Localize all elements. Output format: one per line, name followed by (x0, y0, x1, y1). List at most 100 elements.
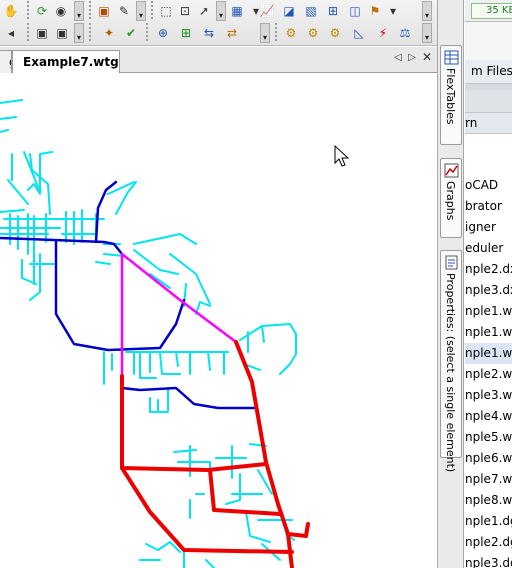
element-symbology-icon[interactable]: ⊞ (324, 2, 342, 20)
graph-icon[interactable]: 📈 (258, 2, 276, 20)
wand-icon[interactable]: ✦ (100, 24, 118, 42)
flag-icon[interactable]: ⚑ (366, 2, 384, 20)
split-icon[interactable]: ⇄ (223, 24, 241, 42)
calculation-icon[interactable]: ⚙ (326, 24, 344, 42)
tab-flextables[interactable]: FlexTables (440, 45, 462, 145)
pipe[interactable] (173, 449, 197, 453)
triangle-ruler-icon[interactable]: ◺ (350, 24, 368, 42)
file-list-item[interactable]: nple2.dgr (465, 532, 512, 553)
table-icon[interactable]: ▦ (228, 2, 246, 20)
files-header[interactable]: m Files (x (465, 60, 512, 84)
file-list-item[interactable]: nple1.wtg (465, 343, 512, 364)
toolbar-overflow[interactable]: ▾ (422, 1, 432, 21)
pipe[interactable] (175, 351, 179, 367)
file-list-item[interactable]: nple2.wtg (465, 364, 512, 385)
file-list-item[interactable]: nple7.wtg (465, 469, 512, 490)
file-list-item[interactable]: nple3.dgr (465, 553, 512, 568)
file-list-item[interactable]: eduler (465, 238, 512, 259)
pipe[interactable] (225, 473, 241, 505)
transmission-main[interactable] (234, 340, 294, 568)
main-pipe[interactable] (54, 240, 186, 352)
add-junction-icon[interactable]: ⊞ (177, 24, 195, 42)
pipe[interactable] (261, 325, 265, 343)
pipe[interactable] (0, 116, 17, 120)
pipe[interactable] (7, 179, 29, 205)
pipe[interactable] (39, 151, 53, 193)
drawing-canvas[interactable] (0, 74, 437, 568)
pipe[interactable] (145, 541, 181, 553)
options-icon[interactable]: ⚖ (396, 24, 414, 42)
tab-properties[interactable]: Properties: (select a single element) (440, 250, 462, 472)
toolbar-extra-icon[interactable]: ▣ (53, 24, 71, 42)
toolbar-overflow[interactable]: ▾ (136, 1, 146, 21)
select-icon[interactable]: ⬚ (157, 2, 175, 20)
pipe[interactable] (207, 351, 211, 371)
toolbar-overflow[interactable]: ▾ (260, 23, 270, 43)
pipe[interactable] (245, 511, 271, 543)
toolbar-grip[interactable] (86, 23, 94, 43)
main-pipe[interactable] (120, 386, 256, 410)
tab-scroll-left-icon[interactable]: ◁ (391, 52, 405, 63)
pipe[interactable] (95, 261, 111, 265)
file-list-item[interactable]: nple1.wtg (465, 322, 512, 343)
toolbar-grip[interactable] (148, 1, 156, 21)
validate-icon[interactable]: ✔ (122, 24, 140, 42)
file-list-item[interactable]: nple1.dgr (465, 511, 512, 532)
network-navigator-icon[interactable]: ⊕ (154, 24, 172, 42)
toolbar-overflow[interactable]: ▾ (74, 1, 84, 21)
target-icon[interactable]: ◉ (52, 2, 70, 20)
pipe[interactable] (133, 233, 197, 245)
file-list-item[interactable]: oCAD (465, 175, 512, 196)
transmission-main[interactable] (286, 522, 310, 538)
toolbar-overflow[interactable]: ▾ (74, 23, 84, 43)
file-list-item[interactable]: nple1.wtg (465, 301, 512, 322)
pan-icon[interactable]: ✋ (2, 2, 20, 20)
dropdown-arrow-icon[interactable]: ▾ (384, 2, 402, 20)
file-list-item[interactable]: nple6.wtg (465, 448, 512, 469)
pipe[interactable] (0, 209, 25, 213)
file-list-item[interactable]: nple2.dxf (465, 259, 512, 280)
pipe[interactable] (0, 129, 9, 133)
alternative-icon[interactable]: ⚙ (304, 24, 322, 42)
open-icon[interactable]: ▣ (95, 2, 113, 20)
zoom-window-icon[interactable]: ⊡ (176, 2, 194, 20)
file-list-item[interactable]: nple5.wtg (465, 427, 512, 448)
toolbar-grip[interactable] (24, 1, 32, 21)
magenta-pipe[interactable] (120, 252, 238, 344)
pipe[interactable] (0, 99, 23, 104)
pipe-icon[interactable]: ⇆ (200, 24, 218, 42)
toolbar-grip[interactable] (272, 23, 280, 43)
pipe[interactable] (149, 273, 171, 289)
toolbar-grip[interactable] (24, 23, 32, 43)
pipe[interactable] (205, 559, 215, 568)
pipe[interactable] (115, 181, 137, 215)
refresh-icon[interactable]: ⟳ (33, 2, 51, 20)
file-list-item[interactable]: nple3.dxf (465, 280, 512, 301)
toolbar-extra-icon[interactable]: ◂ (2, 24, 20, 42)
tab-example7[interactable]: Example7.wtg (12, 50, 120, 73)
column-header[interactable]: rn (465, 112, 512, 134)
file-list-item[interactable]: igner (465, 217, 512, 238)
toolbar-overflow[interactable]: ▾ (422, 23, 432, 43)
toolbar-overflow[interactable]: ▾ (216, 1, 226, 21)
file-list-item[interactable]: nple4.wtg (465, 406, 512, 427)
network-drawing[interactable] (0, 74, 437, 568)
profile-icon[interactable]: ◪ (280, 2, 298, 20)
close-icon[interactable]: ✕ (420, 50, 434, 64)
scenario-icon[interactable]: ⚙ (282, 24, 300, 42)
pipe[interactable] (133, 249, 179, 275)
tab-graphs[interactable]: Graphs (440, 158, 462, 238)
file-list-item[interactable]: brator (465, 196, 512, 217)
toolbar-extra-icon[interactable]: ▣ (33, 24, 51, 42)
toolbar-grip[interactable] (143, 23, 151, 43)
pipe[interactable] (139, 351, 157, 379)
transmission-main[interactable] (120, 466, 294, 554)
file-list-item[interactable]: nple3.wtg (465, 385, 512, 406)
tab-scroll-right-icon[interactable]: ▷ (405, 52, 419, 63)
pointer-icon[interactable]: ➚ (195, 2, 213, 20)
contour-icon[interactable]: ▧ (302, 2, 320, 20)
edit-icon[interactable]: ✎ (115, 2, 133, 20)
toolbar-grip[interactable] (86, 1, 94, 21)
compute-icon[interactable]: ⚡ (374, 24, 392, 42)
tab-previous-document[interactable]: g (0, 50, 12, 73)
